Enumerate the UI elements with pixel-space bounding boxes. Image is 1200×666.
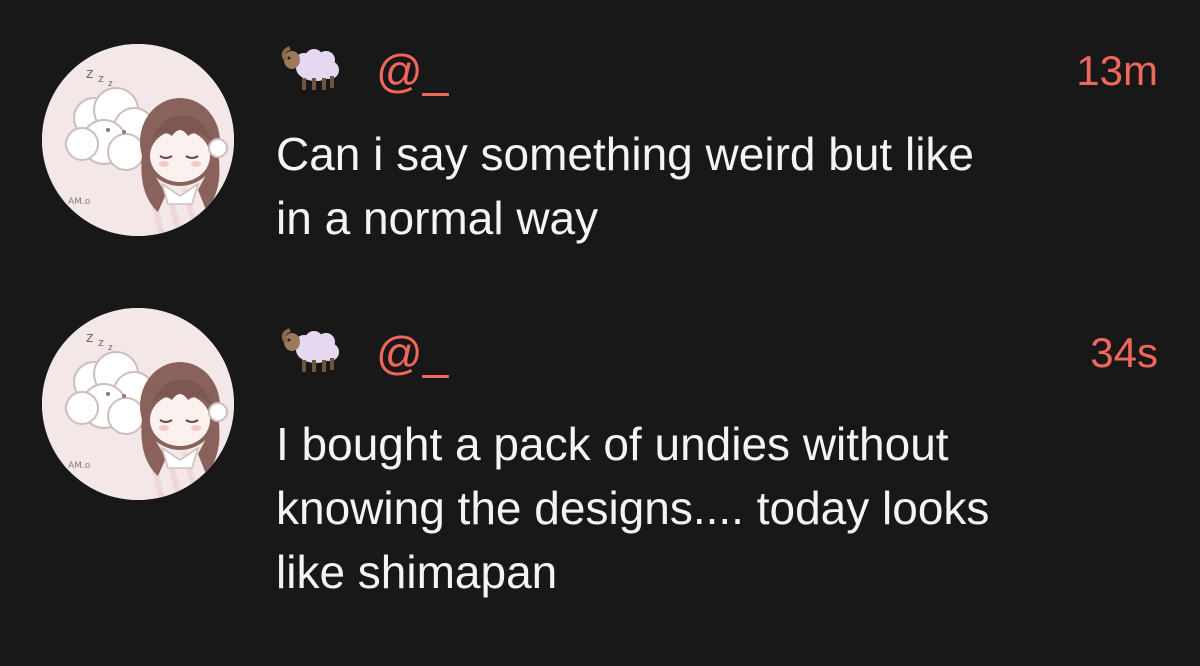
svg-text:AM.o: AM.o	[68, 197, 91, 207]
svg-text:z: z	[98, 72, 104, 85]
sheep-emoji-icon	[278, 322, 342, 378]
post-timestamp: 34s	[1090, 329, 1158, 376]
svg-text:z: z	[98, 336, 104, 349]
post-header: @_ 34s	[278, 320, 1158, 384]
user-handle-link[interactable]: @_	[376, 328, 448, 378]
svg-text:z: z	[86, 330, 93, 346]
post-header: @_ 13m	[278, 38, 1158, 102]
post-item: z z z	[0, 300, 1200, 666]
avatar[interactable]: z z z AM.o	[42, 44, 234, 236]
sheep-emoji-icon	[278, 40, 342, 96]
avatar[interactable]: z z z AM.o	[42, 308, 234, 500]
sleeping-girl-avatar-icon: z z z AM.o	[42, 44, 234, 236]
svg-text:AM.o: AM.o	[68, 461, 91, 471]
post-feed: z z z AM.o @_ 13m Can i say something we…	[0, 0, 1200, 666]
post-item: z z z	[0, 0, 1200, 300]
post-text: Can i say something weird but like in a …	[276, 128, 974, 244]
post-timestamp: 13m	[1076, 47, 1158, 94]
post-text: I bought a pack of undies without knowin…	[276, 418, 990, 598]
user-handle-link[interactable]: @_	[376, 46, 448, 96]
svg-text:z: z	[86, 66, 93, 82]
sleeping-girl-avatar-icon: z z z AM.o	[42, 308, 234, 500]
